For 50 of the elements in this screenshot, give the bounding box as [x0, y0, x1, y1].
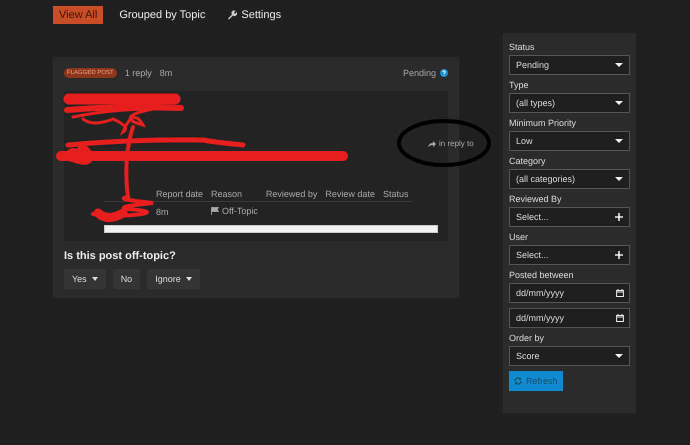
- post-age: 8m: [160, 68, 172, 78]
- wrench-icon: [227, 10, 238, 20]
- caret-icon: [615, 101, 623, 105]
- picker-field[interactable]: Select...: [509, 245, 630, 265]
- column-header: Reason: [207, 187, 262, 202]
- action-button[interactable]: No: [112, 269, 140, 289]
- dropdown[interactable]: (all types): [509, 93, 630, 113]
- help-icon[interactable]: [440, 69, 448, 77]
- scrollbar[interactable]: [104, 225, 438, 233]
- filter-label: Posted between: [509, 270, 575, 280]
- caret-icon: [615, 354, 623, 358]
- action-button[interactable]: Yes: [64, 269, 106, 289]
- calendar-icon: [616, 314, 624, 322]
- table-cell: 8m: [152, 202, 208, 221]
- dropdown[interactable]: (all categories): [509, 169, 630, 189]
- picker-field[interactable]: Select...: [509, 207, 630, 227]
- table-cell: Off-Topic: [211, 206, 258, 216]
- plus-icon: [615, 213, 623, 221]
- question-text: Is this post off-topic?: [64, 250, 177, 262]
- reply-count[interactable]: 1 reply: [124, 68, 152, 78]
- refresh-icon: [514, 377, 522, 385]
- dropdown[interactable]: Pending: [509, 55, 630, 75]
- column-header: Status: [378, 187, 412, 202]
- date-field[interactable]: dd/mm/yyyy: [509, 283, 630, 303]
- filter-label: User: [509, 232, 530, 242]
- reply-link[interactable]: in reply to: [439, 139, 474, 148]
- column-header: Reviewed by: [262, 187, 322, 202]
- status-text: Pending: [402, 68, 436, 78]
- action-button[interactable]: Ignore: [147, 269, 200, 289]
- filter-label: Status: [509, 42, 536, 52]
- filter-label: Category: [509, 156, 547, 166]
- dropdown[interactable]: Score: [509, 346, 630, 366]
- caret-icon: [615, 177, 623, 181]
- share-icon: [428, 140, 436, 148]
- filter-label: Minimum Priority: [509, 118, 578, 128]
- plus-icon: [615, 251, 623, 259]
- date-field[interactable]: dd/mm/yyyy: [509, 308, 630, 328]
- column-header: Review date: [321, 187, 379, 202]
- nav-tab[interactable]: View All: [53, 6, 104, 24]
- filter-label: Order by: [509, 333, 546, 343]
- caret-icon: [615, 63, 623, 67]
- nav-tab[interactable]: Settings: [221, 6, 288, 24]
- dropdown[interactable]: Low: [509, 131, 630, 151]
- nav-tab[interactable]: Grouped by Topic: [113, 6, 212, 24]
- filter-label: Reviewed By: [509, 194, 563, 204]
- calendar-icon: [616, 289, 624, 297]
- column-header: Report date: [152, 187, 208, 202]
- caret-icon: [615, 139, 623, 143]
- filter-label: Type: [509, 80, 530, 90]
- flag-icon: [211, 207, 220, 215]
